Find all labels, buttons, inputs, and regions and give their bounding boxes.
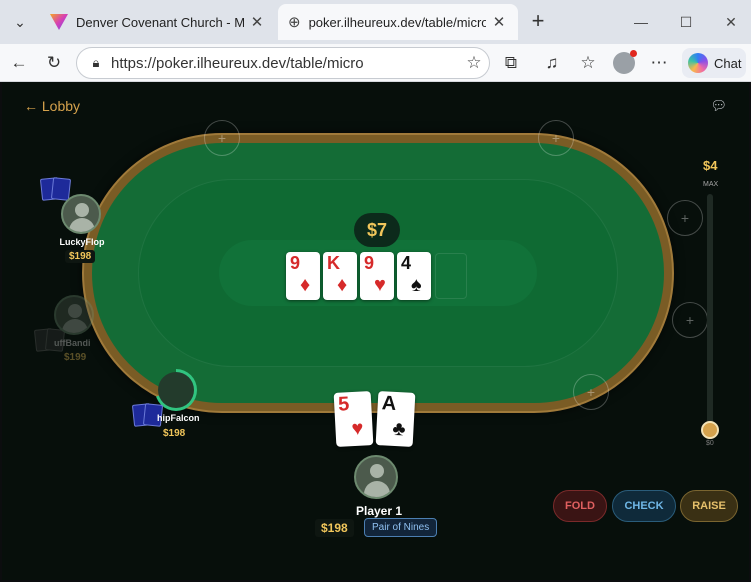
min-bet-label: $0 <box>706 440 714 447</box>
browser-toolbar: ← ↻ 🔒︎ https://poker.ilheureux.dev/table… <box>0 44 751 82</box>
player-name: LuckyFlop <box>59 237 105 247</box>
card-suit: ♠ <box>411 274 422 296</box>
player-stack: $199 <box>64 352 87 363</box>
profile-avatar-icon[interactable] <box>610 49 638 77</box>
tab-poker-table[interactable]: ⊕ poker.ilheureux.dev/table/micro ✕ <box>278 4 518 40</box>
card-rank: 5 <box>337 393 350 416</box>
card-rank: 9 <box>364 253 375 273</box>
more-menu-icon[interactable]: ⋯ <box>645 49 673 77</box>
player-stack: $198 <box>163 428 186 439</box>
extensions-icon[interactable]: ⧉ <box>497 49 525 77</box>
card-rank: K <box>327 253 340 273</box>
hero-avatar <box>354 455 398 499</box>
card-suit: ♦ <box>300 274 311 296</box>
bet-slider-track[interactable] <box>707 194 713 434</box>
hero-card: A ♣ <box>375 391 416 447</box>
close-tab-icon[interactable]: ✕ <box>490 13 508 31</box>
globe-icon: ⊕ <box>288 14 301 31</box>
check-button[interactable]: CHECK <box>612 490 676 522</box>
empty-seat[interactable]: + <box>672 302 708 338</box>
minimize-icon[interactable]: — <box>627 8 655 36</box>
avatar <box>61 194 101 234</box>
card-suit: ♦ <box>337 274 348 296</box>
media-control-icon[interactable]: ♫ <box>538 49 566 77</box>
lobby-link[interactable]: ← Lobby <box>24 98 80 114</box>
board-card: 9 ♦ <box>286 252 320 300</box>
hero-stack: $198 <box>315 519 354 537</box>
new-tab-button[interactable]: + <box>526 10 550 34</box>
poker-game: ← Lobby 💬︎ + + + + + $7 9 ♦ K ♦ 9 ♥ 4 ♠ … <box>2 82 749 580</box>
card-rank: A <box>381 392 397 416</box>
max-bet-label: MAX <box>703 181 719 188</box>
chat-bubble-icon[interactable]: 💬︎ <box>710 98 727 114</box>
fold-button[interactable]: FOLD <box>553 490 607 522</box>
tab-label: Denver Covenant Church - Manage <box>76 14 244 30</box>
address-bar[interactable]: 🔒︎ https://poker.ilheureux.dev/table/mic… <box>76 47 490 79</box>
hero-name: Player 1 <box>356 504 403 518</box>
board-card: 4 ♠ <box>397 252 431 300</box>
empty-seat[interactable]: + <box>204 120 240 156</box>
copilot-chat-button[interactable]: Chat <box>682 48 746 78</box>
close-tab-icon[interactable]: ✕ <box>248 13 266 31</box>
copilot-icon <box>688 53 708 73</box>
brand-v-icon <box>50 14 68 30</box>
back-arrow-icon[interactable]: ← <box>5 49 33 77</box>
card-rank: 4 <box>401 253 412 273</box>
tab-label: poker.ilheureux.dev/table/micro <box>308 14 486 30</box>
chat-label: Chat <box>714 55 742 71</box>
pot-amount: $7 <box>354 213 400 247</box>
card-suit: ♣ <box>391 417 407 441</box>
player-name: uffBandi <box>54 338 91 348</box>
empty-seat[interactable]: + <box>573 374 609 410</box>
player-name: hipFalcon <box>157 413 200 423</box>
empty-seat[interactable]: + <box>538 120 574 156</box>
reload-icon[interactable]: ↻ <box>40 49 68 77</box>
maximize-icon[interactable]: ☐ <box>672 8 700 36</box>
tab-list-chevron-icon[interactable]: ⌄ <box>6 8 34 36</box>
hero-card: 5 ♥ <box>333 391 374 447</box>
empty-seat[interactable]: + <box>667 200 703 236</box>
board-card: K ♦ <box>323 252 357 300</box>
favorites-icon[interactable]: ☆ <box>574 49 602 77</box>
tab-denver-covenant[interactable]: Denver Covenant Church - Manage ✕ <box>40 4 276 40</box>
favorite-star-icon[interactable]: ☆ <box>459 53 489 73</box>
bet-slider-handle[interactable] <box>701 421 719 439</box>
avatar <box>54 295 94 335</box>
board-card: 9 ♥ <box>360 252 394 300</box>
empty-board-slot <box>435 253 467 299</box>
close-window-icon[interactable]: ✕ <box>717 8 745 36</box>
card-rank: 9 <box>290 253 301 273</box>
url-text: https://poker.ilheureux.dev/table/micro <box>111 54 364 72</box>
hand-strength-badge: Pair of Nines <box>364 518 438 537</box>
card-suit: ♥ <box>374 274 386 296</box>
card-suit: ♥ <box>350 417 364 441</box>
max-bet-value: $4 <box>703 158 718 173</box>
player-stack: $198 <box>65 250 96 263</box>
tab-bar: ⌄ Denver Covenant Church - Manage ✕ ⊕ po… <box>0 0 751 44</box>
lock-icon: 🔒︎ <box>92 55 100 70</box>
raise-button[interactable]: RAISE <box>680 490 738 522</box>
